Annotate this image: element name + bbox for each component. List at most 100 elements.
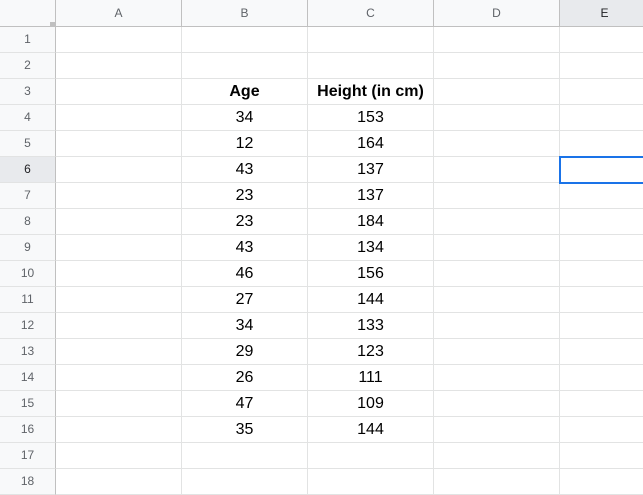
- row-header-5[interactable]: 5: [0, 131, 56, 157]
- cell-c15[interactable]: 109: [308, 391, 434, 417]
- row-header-8[interactable]: 8: [0, 209, 56, 235]
- select-all-corner[interactable]: [0, 0, 56, 27]
- cell-b7[interactable]: 23: [182, 183, 308, 209]
- cell-b2[interactable]: [182, 53, 308, 79]
- cell-e4[interactable]: [560, 105, 643, 131]
- cell-e17[interactable]: [560, 443, 643, 469]
- cell-a13[interactable]: [56, 339, 182, 365]
- cell-e1[interactable]: [560, 27, 643, 53]
- row-header-17[interactable]: 17: [0, 443, 56, 469]
- row-header-6[interactable]: 6: [0, 157, 56, 183]
- cell-c10[interactable]: 156: [308, 261, 434, 287]
- cell-a12[interactable]: [56, 313, 182, 339]
- row-header-9[interactable]: 9: [0, 235, 56, 261]
- cell-c14[interactable]: 111: [308, 365, 434, 391]
- cell-c6[interactable]: 137: [308, 157, 434, 183]
- cell-c12[interactable]: 133: [308, 313, 434, 339]
- cell-a17[interactable]: [56, 443, 182, 469]
- cell-c5[interactable]: 164: [308, 131, 434, 157]
- cell-d17[interactable]: [434, 443, 560, 469]
- cell-d7[interactable]: [434, 183, 560, 209]
- cell-c7[interactable]: 137: [308, 183, 434, 209]
- cell-a10[interactable]: [56, 261, 182, 287]
- cell-b9[interactable]: 43: [182, 235, 308, 261]
- cell-c16[interactable]: 144: [308, 417, 434, 443]
- column-header-b[interactable]: B: [182, 0, 308, 27]
- cell-d10[interactable]: [434, 261, 560, 287]
- cell-b13[interactable]: 29: [182, 339, 308, 365]
- column-header-e[interactable]: E: [560, 0, 643, 27]
- cell-c9[interactable]: 134: [308, 235, 434, 261]
- cell-e14[interactable]: [560, 365, 643, 391]
- row-header-2[interactable]: 2: [0, 53, 56, 79]
- cell-a18[interactable]: [56, 469, 182, 495]
- row-header-13[interactable]: 13: [0, 339, 56, 365]
- cell-e9[interactable]: [560, 235, 643, 261]
- cell-a14[interactable]: [56, 365, 182, 391]
- cell-c13[interactable]: 123: [308, 339, 434, 365]
- cell-e10[interactable]: [560, 261, 643, 287]
- cell-e3[interactable]: [560, 79, 643, 105]
- cell-d9[interactable]: [434, 235, 560, 261]
- cell-a8[interactable]: [56, 209, 182, 235]
- cell-a4[interactable]: [56, 105, 182, 131]
- cell-e12[interactable]: [560, 313, 643, 339]
- column-header-d[interactable]: D: [434, 0, 560, 27]
- row-header-12[interactable]: 12: [0, 313, 56, 339]
- cell-b10[interactable]: 46: [182, 261, 308, 287]
- cell-e15[interactable]: [560, 391, 643, 417]
- cell-d16[interactable]: [434, 417, 560, 443]
- cell-a1[interactable]: [56, 27, 182, 53]
- cell-e6[interactable]: [560, 157, 643, 183]
- cell-c4[interactable]: 153: [308, 105, 434, 131]
- cell-e11[interactable]: [560, 287, 643, 313]
- cell-d6[interactable]: [434, 157, 560, 183]
- cell-b8[interactable]: 23: [182, 209, 308, 235]
- cell-c17[interactable]: [308, 443, 434, 469]
- cell-a5[interactable]: [56, 131, 182, 157]
- cell-a2[interactable]: [56, 53, 182, 79]
- cell-b16[interactable]: 35: [182, 417, 308, 443]
- cell-b6[interactable]: 43: [182, 157, 308, 183]
- cell-a3[interactable]: [56, 79, 182, 105]
- cell-a11[interactable]: [56, 287, 182, 313]
- cell-d2[interactable]: [434, 53, 560, 79]
- cell-d8[interactable]: [434, 209, 560, 235]
- cell-d15[interactable]: [434, 391, 560, 417]
- column-header-c[interactable]: C: [308, 0, 434, 27]
- cell-b14[interactable]: 26: [182, 365, 308, 391]
- row-header-18[interactable]: 18: [0, 469, 56, 495]
- row-header-11[interactable]: 11: [0, 287, 56, 313]
- cell-b17[interactable]: [182, 443, 308, 469]
- cell-c11[interactable]: 144: [308, 287, 434, 313]
- cell-a7[interactable]: [56, 183, 182, 209]
- cell-d11[interactable]: [434, 287, 560, 313]
- row-header-16[interactable]: 16: [0, 417, 56, 443]
- cell-d14[interactable]: [434, 365, 560, 391]
- cell-b18[interactable]: [182, 469, 308, 495]
- row-header-3[interactable]: 3: [0, 79, 56, 105]
- cell-c18[interactable]: [308, 469, 434, 495]
- row-header-15[interactable]: 15: [0, 391, 56, 417]
- cell-d3[interactable]: [434, 79, 560, 105]
- cell-d5[interactable]: [434, 131, 560, 157]
- row-header-1[interactable]: 1: [0, 27, 56, 53]
- cell-b11[interactable]: 27: [182, 287, 308, 313]
- cell-b5[interactable]: 12: [182, 131, 308, 157]
- cell-e5[interactable]: [560, 131, 643, 157]
- cell-d13[interactable]: [434, 339, 560, 365]
- cell-e2[interactable]: [560, 53, 643, 79]
- cell-b3[interactable]: Age: [182, 79, 308, 105]
- cell-a15[interactable]: [56, 391, 182, 417]
- cell-b15[interactable]: 47: [182, 391, 308, 417]
- cell-c3[interactable]: Height (in cm): [308, 79, 434, 105]
- cell-c2[interactable]: [308, 53, 434, 79]
- row-header-10[interactable]: 10: [0, 261, 56, 287]
- row-header-4[interactable]: 4: [0, 105, 56, 131]
- cell-b4[interactable]: 34: [182, 105, 308, 131]
- cell-c8[interactable]: 184: [308, 209, 434, 235]
- cell-e7[interactable]: [560, 183, 643, 209]
- cell-b12[interactable]: 34: [182, 313, 308, 339]
- cell-e18[interactable]: [560, 469, 643, 495]
- cell-b1[interactable]: [182, 27, 308, 53]
